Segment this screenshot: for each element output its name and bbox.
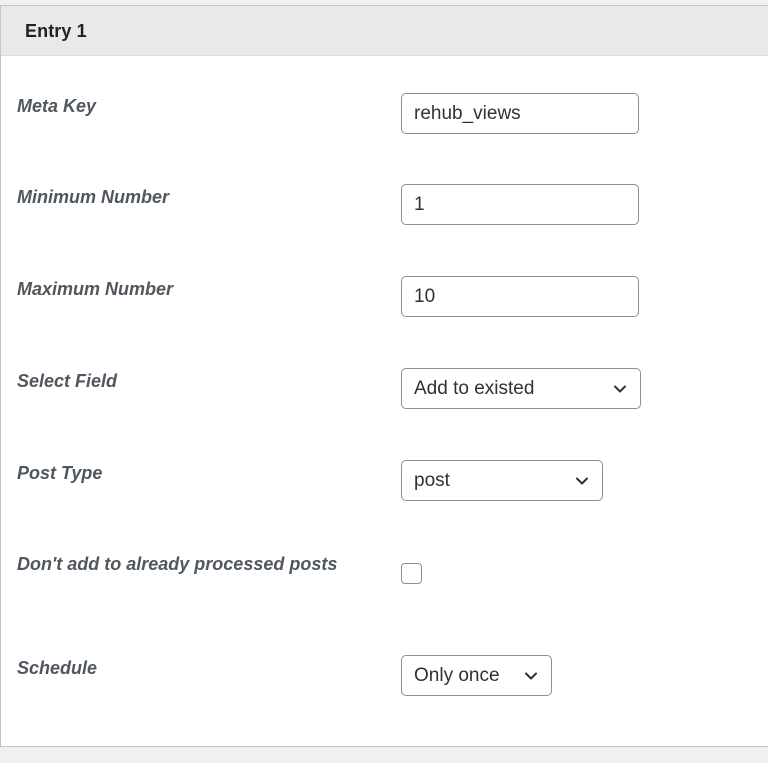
- minimum-number-label: Minimum Number: [17, 187, 170, 207]
- dont-add-processed-label: Don't add to already processed posts: [17, 554, 338, 574]
- select-field-dropdown[interactable]: Add to existed: [401, 368, 641, 409]
- chevron-down-icon: [525, 672, 537, 679]
- panel-header: Entry 1: [1, 6, 768, 56]
- chevron-down-icon: [576, 477, 588, 484]
- post-type-value: post: [414, 469, 450, 491]
- meta-key-label: Meta Key: [17, 96, 97, 116]
- maximum-number-label: Maximum Number: [17, 279, 174, 299]
- select-field-label: Select Field: [17, 371, 118, 391]
- maximum-number-input[interactable]: [401, 276, 639, 317]
- schedule-label: Schedule: [17, 658, 98, 678]
- post-type-label: Post Type: [17, 463, 103, 483]
- schedule-dropdown[interactable]: Only once: [401, 655, 552, 696]
- post-type-dropdown[interactable]: post: [401, 460, 603, 501]
- chevron-down-icon: [614, 385, 626, 392]
- select-field-value: Add to existed: [414, 377, 535, 399]
- meta-key-input[interactable]: [401, 93, 639, 134]
- schedule-value: Only once: [414, 664, 500, 686]
- panel-title: Entry 1: [25, 21, 87, 41]
- dont-add-processed-checkbox[interactable]: [401, 563, 422, 584]
- page: Entry 1 Meta Key Minimum Number Maximum …: [0, 0, 768, 763]
- minimum-number-input[interactable]: [401, 184, 639, 225]
